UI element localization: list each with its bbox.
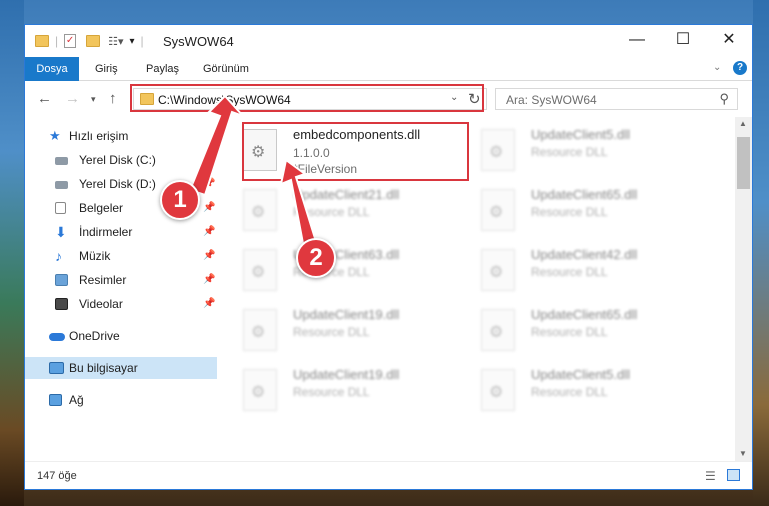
arrow-1 xyxy=(188,94,244,197)
step-marker-2: 2 xyxy=(296,238,336,278)
step-marker-1: 1 xyxy=(160,180,200,220)
annotation-arrows xyxy=(188,94,320,256)
